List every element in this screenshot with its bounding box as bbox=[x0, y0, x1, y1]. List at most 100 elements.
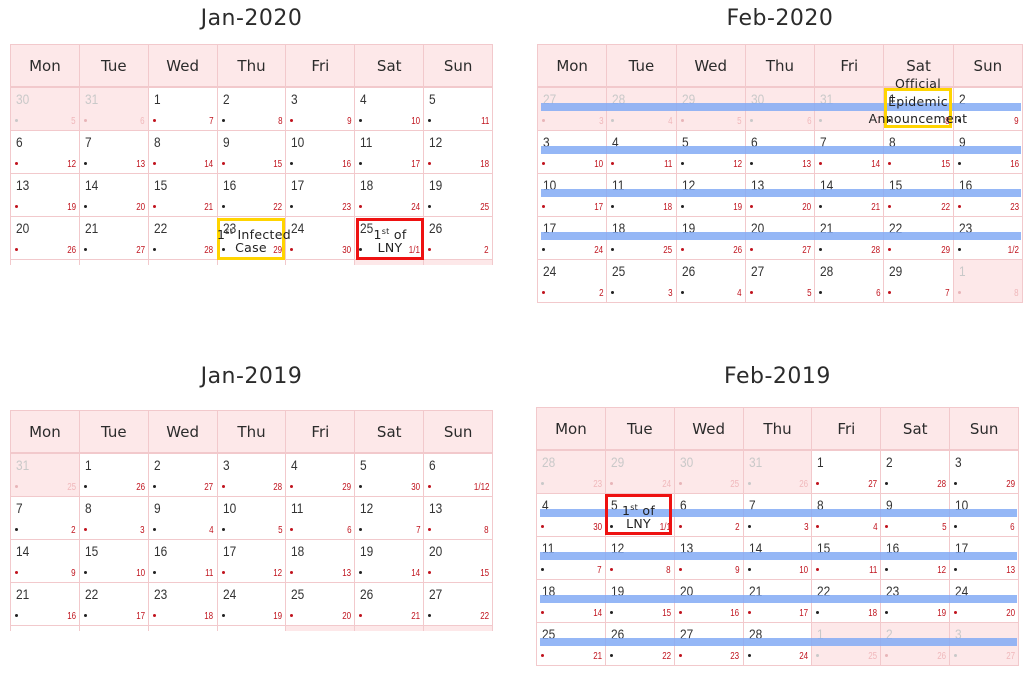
day-cell-adjacent-month[interactable]: 2 26 bbox=[881, 623, 951, 666]
day-cell[interactable]: 20 26 bbox=[11, 217, 80, 260]
day-cell-adjacent-month[interactable]: 31 6 bbox=[79, 88, 149, 131]
day-cell[interactable]: 11 6 bbox=[286, 497, 356, 540]
day-cell[interactable]: 83 bbox=[79, 497, 149, 540]
day-cell[interactable]: 5 11 bbox=[424, 88, 494, 131]
day-cell[interactable]: 24 20 bbox=[950, 580, 1020, 623]
day-cell[interactable]: 6 12 bbox=[11, 131, 80, 174]
day-cell[interactable]: 20 15 bbox=[424, 540, 494, 583]
day-cell[interactable]: 17 13 bbox=[950, 537, 1020, 580]
day-cell[interactable]: 13 9 bbox=[674, 537, 744, 580]
day-cell[interactable]: 21 17 bbox=[743, 580, 813, 623]
day-cell[interactable]: 26 4 bbox=[676, 260, 746, 303]
day-cell[interactable]: 10 17 bbox=[538, 174, 608, 217]
day-cell[interactable]: 8 14 bbox=[148, 131, 218, 174]
day-cell[interactable]: 13 19 bbox=[11, 174, 80, 217]
day-cell[interactable]: 7 13 bbox=[79, 131, 149, 174]
day-cell[interactable]: 15 11 bbox=[812, 537, 882, 580]
day-cell[interactable]: 25 21 bbox=[537, 623, 606, 666]
day-cell[interactable]: 4 10 bbox=[355, 88, 425, 131]
day-cell[interactable]: 12 18 bbox=[424, 131, 494, 174]
day-cell[interactable]: 19 14 bbox=[355, 540, 425, 583]
day-cell[interactable]: 16 12 bbox=[881, 537, 951, 580]
day-cell[interactable]: 9 16 bbox=[953, 131, 1023, 174]
day-cell[interactable]: 22 18 bbox=[812, 580, 882, 623]
day-cell[interactable]: 11 7 bbox=[537, 537, 606, 580]
day-cell-adjacent-month[interactable]: 30 25 bbox=[674, 451, 744, 494]
day-cell[interactable]: 11 18 bbox=[607, 174, 677, 217]
day-cell[interactable]: 23 1/2 bbox=[953, 217, 1023, 260]
day-cell[interactable]: 84 bbox=[812, 494, 882, 537]
day-cell-adjacent-month[interactable]: 1 25 bbox=[812, 623, 882, 666]
day-cell[interactable]: 5 12 bbox=[676, 131, 746, 174]
day-cell[interactable]: 72 bbox=[11, 497, 80, 540]
day-cell[interactable]: 17 24 bbox=[538, 217, 608, 260]
day-cell[interactable]: 14 21 bbox=[815, 174, 885, 217]
day-cell[interactable]: 22 29 bbox=[884, 217, 954, 260]
day-cell[interactable]: 18 24 bbox=[355, 174, 425, 217]
day-cell[interactable]: 24 2 bbox=[538, 260, 608, 303]
day-cell[interactable]: 13 8 bbox=[424, 497, 494, 540]
day-cell[interactable]: 18 25 bbox=[607, 217, 677, 260]
day-cell[interactable]: 25 3 bbox=[607, 260, 677, 303]
day-cell[interactable]: 1 26 bbox=[79, 454, 149, 497]
day-cell-adjacent-month[interactable]: 29 24 bbox=[605, 451, 675, 494]
day-cell[interactable]: 6 1/12 bbox=[424, 454, 494, 497]
day-cell-adjacent-month[interactable]: 3 27 bbox=[950, 623, 1020, 666]
day-cell[interactable]: 21 27 bbox=[79, 217, 149, 260]
day-cell-adjacent-month[interactable]: 18 bbox=[953, 260, 1023, 303]
day-cell[interactable]: 127 bbox=[812, 451, 882, 494]
day-cell[interactable]: 24 30 bbox=[286, 217, 356, 260]
day-cell[interactable]: 19 15 bbox=[605, 580, 675, 623]
day-cell[interactable]: 23 18 bbox=[148, 583, 218, 626]
day-cell[interactable]: 17 23 bbox=[286, 174, 356, 217]
day-cell[interactable]: 14 9 bbox=[11, 540, 80, 583]
day-cell[interactable]: 15 21 bbox=[148, 174, 218, 217]
day-cell[interactable]: 94 bbox=[148, 497, 218, 540]
day-cell[interactable]: 27 5 bbox=[745, 260, 816, 303]
day-cell[interactable]: 11 17 bbox=[355, 131, 425, 174]
day-cell[interactable]: 18 14 bbox=[537, 580, 606, 623]
day-cell[interactable]: 2 28 bbox=[881, 451, 951, 494]
day-cell-adjacent-month[interactable]: 31 25 bbox=[11, 454, 80, 497]
day-cell[interactable]: 25 20 bbox=[286, 583, 356, 626]
day-cell[interactable]: 27 22 bbox=[424, 583, 494, 626]
day-cell[interactable]: 26 2 bbox=[424, 217, 494, 260]
day-cell[interactable]: 24 19 bbox=[217, 583, 287, 626]
day-cell[interactable]: 15 10 bbox=[79, 540, 149, 583]
day-cell[interactable]: 73 bbox=[743, 494, 813, 537]
day-cell[interactable]: 26 22 bbox=[605, 623, 675, 666]
day-cell[interactable]: 2 27 bbox=[148, 454, 218, 497]
day-cell[interactable]: 26 21 bbox=[355, 583, 425, 626]
day-cell[interactable]: 6 13 bbox=[745, 131, 816, 174]
day-cell[interactable]: 21 16 bbox=[11, 583, 80, 626]
day-cell[interactable]: 9 15 bbox=[217, 131, 287, 174]
day-cell-adjacent-month[interactable]: 30 5 bbox=[11, 88, 80, 131]
day-cell[interactable]: 4 11 bbox=[607, 131, 677, 174]
day-cell-adjacent-month[interactable]: 30 6 bbox=[745, 88, 816, 131]
day-cell[interactable]: 12 8 bbox=[605, 537, 675, 580]
day-cell[interactable]: 20 27 bbox=[745, 217, 816, 260]
day-cell[interactable]: 28 6 bbox=[815, 260, 885, 303]
day-cell[interactable]: 17 12 bbox=[217, 540, 287, 583]
day-cell[interactable]: 20 16 bbox=[674, 580, 744, 623]
day-cell[interactable]: 22 17 bbox=[79, 583, 149, 626]
day-cell-adjacent-month[interactable]: 27 3 bbox=[538, 88, 608, 131]
day-cell[interactable]: 19 26 bbox=[676, 217, 746, 260]
day-cell[interactable]: 10 6 bbox=[950, 494, 1020, 537]
day-cell[interactable]: 3 29 bbox=[950, 451, 1020, 494]
day-cell[interactable]: 39 bbox=[286, 88, 356, 131]
day-cell[interactable]: 21 28 bbox=[815, 217, 885, 260]
day-cell[interactable]: 62 bbox=[674, 494, 744, 537]
day-cell[interactable]: 3 10 bbox=[538, 131, 608, 174]
day-cell-adjacent-month[interactable]: 28 23 bbox=[537, 451, 606, 494]
day-cell[interactable]: 19 25 bbox=[424, 174, 494, 217]
day-cell-adjacent-month[interactable]: 28 4 bbox=[607, 88, 677, 131]
day-cell-adjacent-month[interactable]: 31 26 bbox=[743, 451, 813, 494]
day-cell[interactable]: 95 bbox=[881, 494, 951, 537]
day-cell[interactable]: 4 30 bbox=[537, 494, 606, 537]
day-cell[interactable]: 10 16 bbox=[286, 131, 356, 174]
day-cell[interactable]: 14 10 bbox=[743, 537, 813, 580]
day-cell[interactable]: 127 bbox=[355, 497, 425, 540]
day-cell[interactable]: 16 23 bbox=[953, 174, 1023, 217]
day-cell[interactable]: 7 14 bbox=[815, 131, 885, 174]
